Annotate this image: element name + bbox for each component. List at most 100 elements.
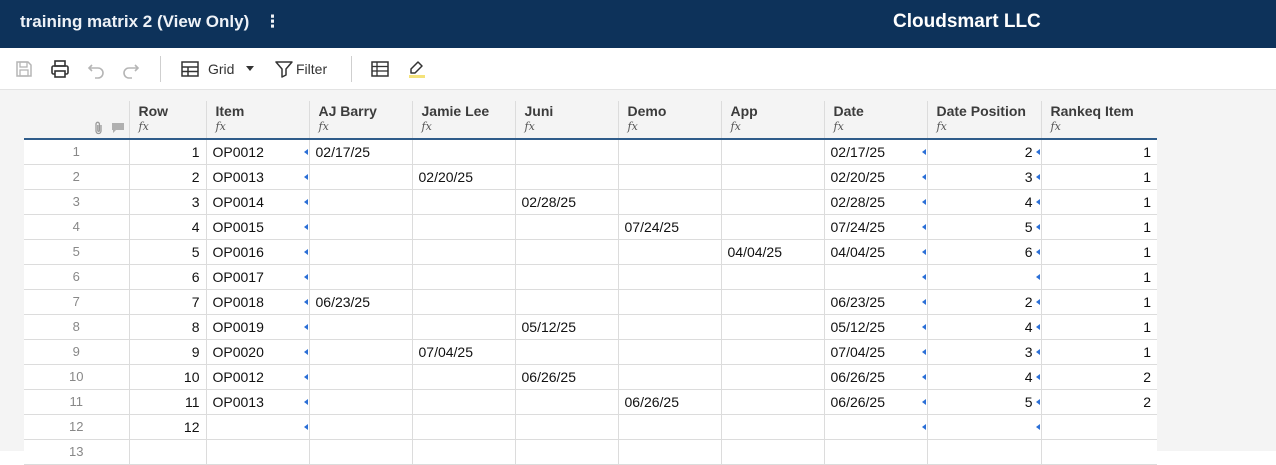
table-cell[interactable]	[720, 214, 824, 240]
table-cell[interactable]	[720, 289, 824, 315]
table-cell[interactable]: 11	[128, 389, 206, 415]
table-cell[interactable]: 1	[1040, 164, 1157, 190]
table-cell[interactable]: 1	[1040, 314, 1157, 340]
table-cell[interactable]	[308, 414, 412, 440]
save-icon[interactable]	[14, 58, 34, 80]
table-cell[interactable]: 1	[1040, 214, 1157, 240]
table-cell[interactable]	[617, 339, 721, 365]
table-cell[interactable]	[617, 189, 721, 215]
table-cell[interactable]	[205, 439, 309, 465]
table-cell[interactable]: OP0017	[205, 264, 309, 290]
table-cell[interactable]	[617, 139, 721, 165]
table-cell[interactable]	[514, 164, 618, 190]
table-cell[interactable]	[514, 264, 618, 290]
more-options-icon[interactable]: ⋮	[264, 12, 281, 32]
table-cell[interactable]	[308, 389, 412, 415]
table-cell[interactable]	[720, 439, 824, 465]
table-cell[interactable]	[308, 439, 412, 465]
table-cell[interactable]	[617, 314, 721, 340]
table-cell[interactable]: 9	[128, 339, 206, 365]
table-cell[interactable]: 5	[128, 239, 206, 265]
table-cell[interactable]	[411, 189, 515, 215]
table-cell[interactable]: 06/26/25	[617, 389, 721, 415]
table-cell[interactable]: 1	[1040, 264, 1157, 290]
table-cell[interactable]: 07/24/25	[617, 214, 721, 240]
table-cell[interactable]: 2	[926, 139, 1041, 165]
table-cell[interactable]: OP0013	[205, 389, 309, 415]
table-cell[interactable]	[514, 339, 618, 365]
table-cell[interactable]: 4	[926, 314, 1041, 340]
table-cell[interactable]	[720, 264, 824, 290]
table-cell[interactable]	[720, 314, 824, 340]
table-cell[interactable]: 06/23/25	[308, 289, 412, 315]
table-cell[interactable]	[308, 339, 412, 365]
column-header[interactable]: Juni fx	[514, 101, 618, 140]
table-cell[interactable]	[308, 314, 412, 340]
table-cell[interactable]: 02/20/25	[823, 164, 927, 190]
table-cell[interactable]: 05/12/25	[514, 314, 618, 340]
table-cell[interactable]	[308, 164, 412, 190]
table-cell[interactable]: 2	[1040, 389, 1157, 415]
table-cell[interactable]: 1	[1040, 239, 1157, 265]
column-header[interactable]: Rankeq Item fx	[1040, 101, 1157, 140]
table-cell[interactable]	[720, 339, 824, 365]
table-cell[interactable]	[926, 264, 1041, 290]
column-header[interactable]: App fx	[720, 101, 824, 140]
table-cell[interactable]	[411, 289, 515, 315]
table-cell[interactable]	[1040, 439, 1157, 465]
table-cell[interactable]: 05/12/25	[823, 314, 927, 340]
table-cell[interactable]: 1	[128, 139, 206, 165]
table-cell[interactable]: 4	[926, 189, 1041, 215]
table-cell[interactable]: 3	[926, 339, 1041, 365]
row-number[interactable]: 3	[24, 189, 129, 215]
table-cell[interactable]: 02/28/25	[823, 189, 927, 215]
table-cell[interactable]: 6	[128, 264, 206, 290]
row-number[interactable]: 2	[24, 164, 129, 190]
row-number[interactable]: 13	[24, 439, 129, 465]
table-cell[interactable]: 10	[128, 364, 206, 390]
table-cell[interactable]: 02/17/25	[308, 139, 412, 165]
table-cell[interactable]: 2	[926, 289, 1041, 315]
column-header[interactable]: Date fx	[823, 101, 927, 140]
table-cell[interactable]	[720, 364, 824, 390]
row-number[interactable]: 10	[24, 364, 129, 390]
table-cell[interactable]	[514, 214, 618, 240]
table-cell[interactable]: 06/26/25	[823, 364, 927, 390]
table-cell[interactable]: 2	[128, 164, 206, 190]
column-header[interactable]: Row fx	[128, 101, 206, 140]
table-cell[interactable]: 04/04/25	[823, 239, 927, 265]
row-number[interactable]: 11	[24, 389, 129, 415]
redo-icon[interactable]	[121, 58, 141, 80]
table-cell[interactable]: 06/26/25	[823, 389, 927, 415]
table-cell[interactable]: 1	[1040, 339, 1157, 365]
table-cell[interactable]	[411, 364, 515, 390]
table-cell[interactable]	[1040, 414, 1157, 440]
table-cell[interactable]: 04/04/25	[720, 239, 824, 265]
table-cell[interactable]	[308, 264, 412, 290]
table-cell[interactable]: 7	[128, 289, 206, 315]
table-cell[interactable]: 02/17/25	[823, 139, 927, 165]
table-cell[interactable]	[205, 414, 309, 440]
table-cell[interactable]	[308, 239, 412, 265]
table-cell[interactable]: 12	[128, 414, 206, 440]
table-cell[interactable]: 5	[926, 214, 1041, 240]
table-cell[interactable]: 02/20/25	[411, 164, 515, 190]
table-cell[interactable]	[411, 439, 515, 465]
table-cell[interactable]	[411, 214, 515, 240]
table-cell[interactable]: 5	[926, 389, 1041, 415]
table-cell[interactable]	[720, 189, 824, 215]
sheet-title[interactable]: training matrix 2 (View Only)	[20, 12, 249, 32]
highlight-icon[interactable]	[407, 58, 427, 80]
table-cell[interactable]	[617, 364, 721, 390]
column-header[interactable]: Demo fx	[617, 101, 721, 140]
row-number[interactable]: 6	[24, 264, 129, 290]
table-cell[interactable]	[514, 414, 618, 440]
table-cell[interactable]	[411, 314, 515, 340]
table-cell[interactable]	[411, 139, 515, 165]
table-cell[interactable]: 8	[128, 314, 206, 340]
table-cell[interactable]: 4	[926, 364, 1041, 390]
row-number[interactable]: 5	[24, 239, 129, 265]
table-cell[interactable]	[514, 389, 618, 415]
table-cell[interactable]	[823, 439, 927, 465]
print-icon[interactable]	[50, 58, 70, 80]
